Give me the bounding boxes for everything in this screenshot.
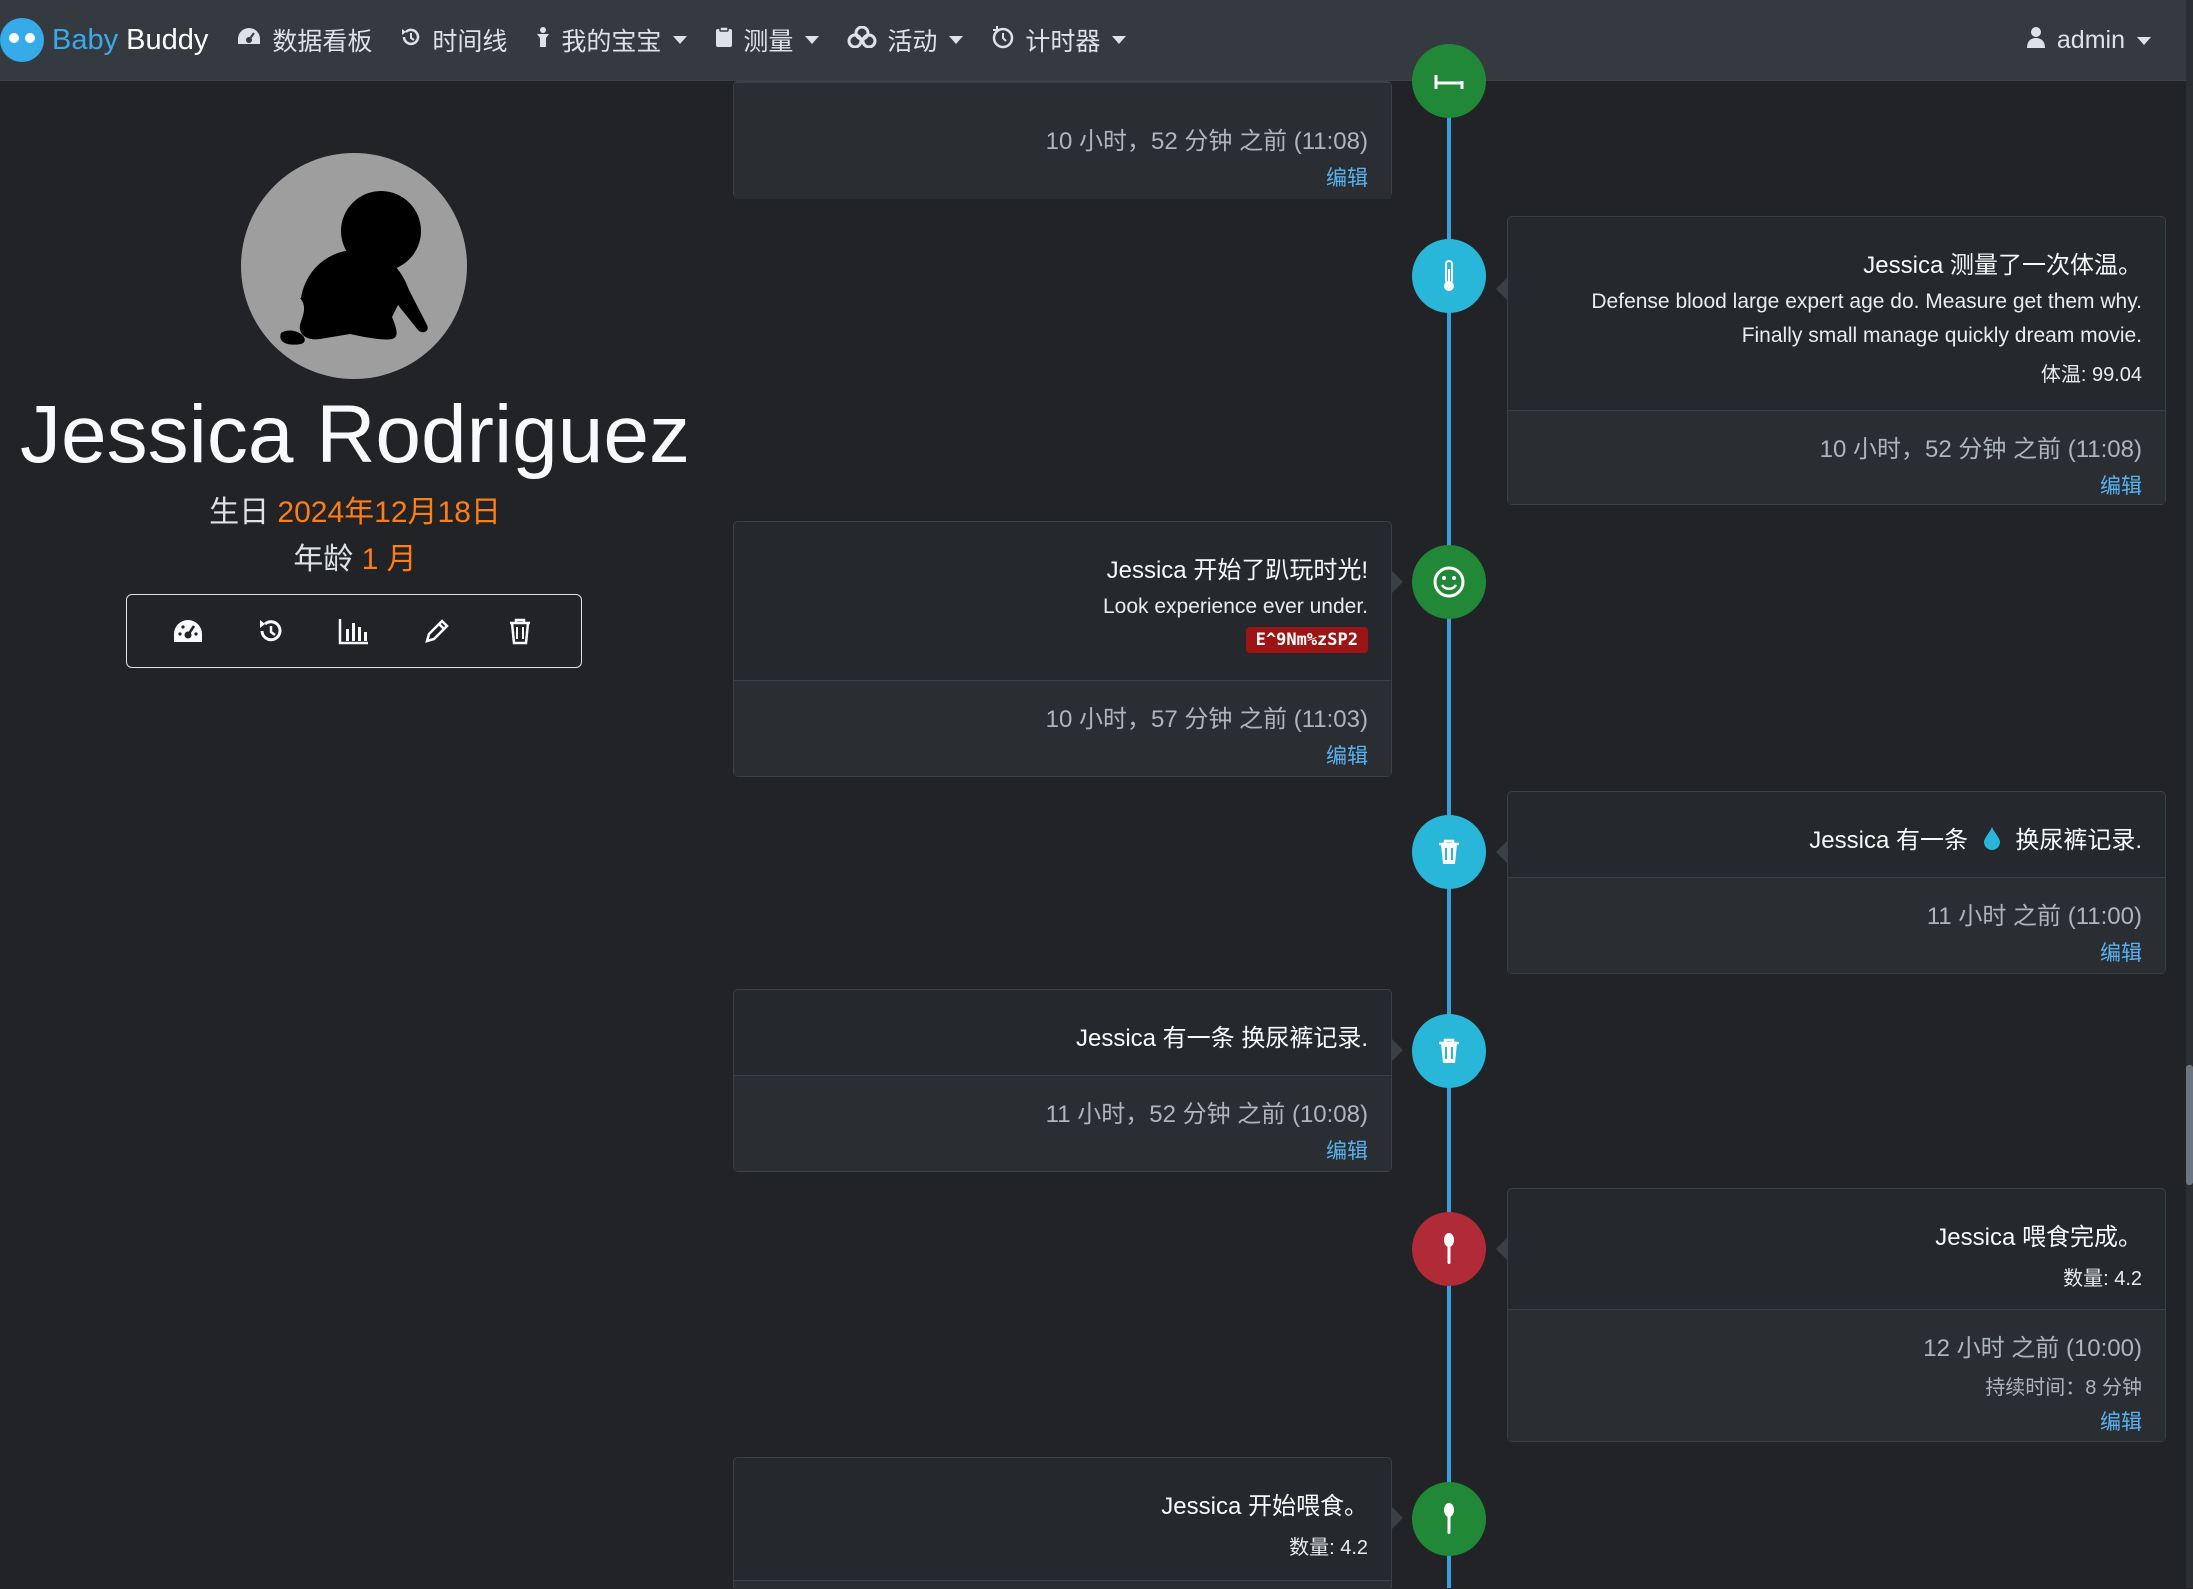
trash-icon	[1412, 815, 1486, 889]
card-pointer	[1496, 840, 1508, 864]
entry-time: 11 小时 之前 (11:00)	[1926, 903, 2142, 930]
entry-title: Jessica 开始喂食。	[1161, 1493, 1368, 1520]
spoon-icon	[1412, 1482, 1486, 1556]
smile-icon	[1412, 545, 1486, 619]
entry-note: Look experience ever under.	[1102, 595, 1368, 618]
entry-time: 10 小时，52 分钟 之前 (11:08)	[1819, 436, 2142, 463]
sleep-event-icon	[1412, 44, 1486, 118]
wet-drop-icon	[1983, 826, 2001, 857]
scrollbar[interactable]	[2186, 0, 2193, 1588]
tag-badge[interactable]: E^9Nm%zSP2	[1245, 627, 1368, 653]
card-pointer	[1391, 570, 1403, 594]
timeline-card: Jessica 测量了一次体温。 Defense blood large exp…	[1496, 216, 2166, 505]
entry-time: 10 小时，57 分钟 之前 (11:03)	[1045, 706, 1368, 733]
entry-time: 12 小时 之前 (10:00)	[1923, 1335, 2142, 1362]
entry-detail: 数量: 4.2	[1289, 1537, 1368, 1559]
scrollbar-thumb[interactable]	[2186, 1065, 2193, 1185]
card-pointer	[1391, 1038, 1403, 1062]
card-pointer	[1496, 277, 1508, 301]
card-pointer	[1391, 1506, 1403, 1530]
entry-time: 10 小时，52 分钟 之前 (11:08)	[1045, 128, 1368, 155]
entry-title: Jessica 开始了趴玩时光!	[1106, 557, 1368, 584]
entry-title: Jessica 有一条 换尿裤记录.	[1075, 1025, 1368, 1052]
edit-link[interactable]: 编辑	[1531, 470, 2142, 500]
edit-link[interactable]: 编辑	[757, 162, 1368, 192]
timeline-card: Jessica 喂食完成。 数量: 4.2 12 小时 之前 (10:00) 持…	[1496, 1188, 2166, 1442]
trash-icon	[1412, 1014, 1486, 1088]
entry-note: Defense blood large expert age do. Measu…	[1591, 290, 2142, 313]
timeline-card: Jessica 开始了趴玩时光! Look experience ever un…	[733, 521, 1403, 777]
entry-title: Jessica 喂食完成。	[1935, 1224, 2142, 1251]
edit-link[interactable]: 编辑	[757, 1135, 1368, 1165]
timeline: 10 小时，52 分钟 之前 (11:08) 编辑 Jessica 测量了一次体…	[0, 0, 2193, 1589]
entry-duration: 持续时间：8 分钟	[1985, 1377, 2142, 1399]
entry-detail: 体温: 99.04	[2040, 364, 2142, 386]
timeline-card: Jessica 有一条 换尿裤记录. 11 小时 之前 (11:00) 编辑	[1496, 791, 2166, 974]
entry-note: Finally small manage quickly dream movie…	[1741, 324, 2142, 347]
timeline-card: Jessica 开始喂食。 数量: 4.2	[733, 1457, 1403, 1589]
entry-title: Jessica 有一条 换尿裤记录.	[1531, 820, 2142, 857]
entry-title-text: 换尿裤记录.	[2015, 827, 2142, 854]
spoon-icon	[1412, 1212, 1486, 1286]
entry-title: Jessica 测量了一次体温。	[1863, 252, 2142, 279]
entry-detail: 数量: 4.2	[2063, 1268, 2142, 1290]
timeline-card: Jessica 有一条 换尿裤记录. 11 小时，52 分钟 之前 (10:08…	[733, 989, 1403, 1172]
card-pointer	[1496, 1237, 1508, 1261]
entry-time: 11 小时，52 分钟 之前 (10:08)	[1045, 1101, 1368, 1128]
edit-link[interactable]: 编辑	[757, 740, 1368, 770]
edit-link[interactable]: 编辑	[1531, 937, 2142, 967]
edit-link[interactable]: 编辑	[1531, 1406, 2142, 1436]
entry-title-text: Jessica 有一条	[1809, 827, 1968, 854]
thermometer-icon	[1412, 239, 1486, 313]
timeline-card: 10 小时，52 分钟 之前 (11:08) 编辑	[733, 81, 1392, 199]
